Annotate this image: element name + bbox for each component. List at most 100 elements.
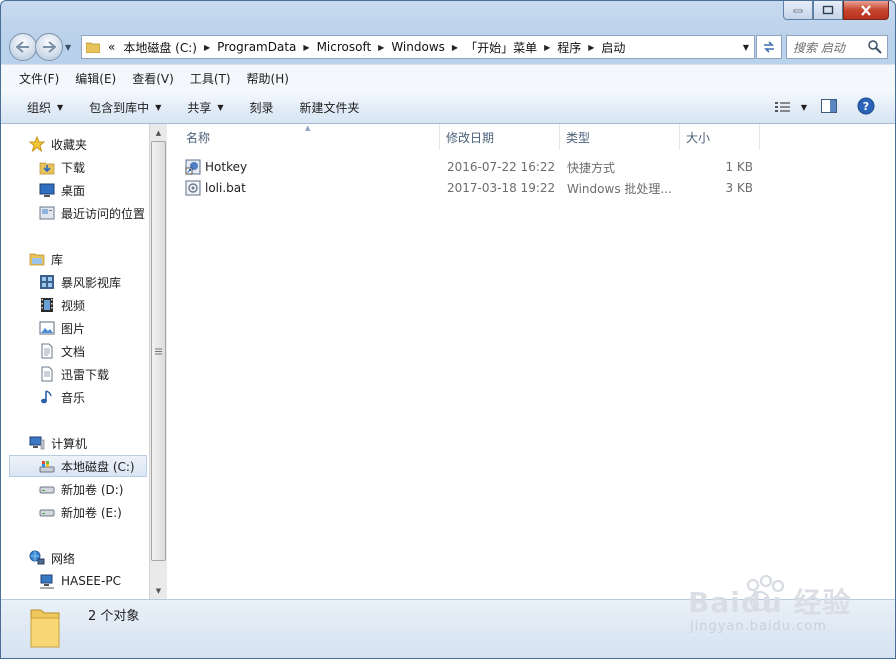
help-button[interactable]: ? (857, 97, 875, 118)
address-bar[interactable]: « 本地磁盘 (C:) ▶ ProgramData ▶ Microsoft ▶ Win… (81, 35, 755, 59)
folder-icon (86, 42, 100, 53)
menu-tools[interactable]: 工具(T) (182, 70, 239, 87)
address-dropdown-icon[interactable]: ▼ (743, 43, 754, 52)
address-overflow[interactable]: « (104, 40, 119, 54)
crumb-separator-icon[interactable]: ▶ (375, 43, 387, 52)
chevron-down-icon: ▼ (217, 102, 224, 112)
command-bar: 组织 ▼ 包含到库中 ▼ 共享 ▼ 刻录 新建文件夹 ▼ ? (1, 91, 895, 124)
crumb-separator-icon[interactable]: ▶ (585, 43, 597, 52)
film-icon (39, 297, 55, 313)
folder-icon (30, 609, 60, 648)
drive-icon (39, 504, 55, 520)
file-row[interactable]: loli.bat 2017-03-18 19:22 Windows 批处理...… (181, 178, 761, 198)
document-icon (39, 366, 55, 382)
minimize-icon (793, 9, 803, 13)
sidebar-item-label: 视频 (61, 298, 86, 313)
caption-buttons (783, 1, 889, 20)
sidebar-item-label: 本地磁盘 (C:) (61, 459, 135, 474)
file-type: Windows 批处理... (567, 181, 672, 196)
sidebar-group-label: 网络 (51, 551, 76, 566)
back-button[interactable] (9, 33, 37, 61)
crumb-local-disk[interactable]: 本地磁盘 (C:) (119, 39, 201, 56)
menu-bar: 文件(F) 编辑(E) 查看(V) 工具(T) 帮助(H) (1, 64, 895, 91)
sidebar-item-local-disk-c[interactable]: 本地磁盘 (C:) (9, 455, 147, 477)
scroll-down-icon[interactable]: ▼ (150, 582, 167, 599)
scrollbar-thumb[interactable] (151, 141, 166, 561)
close-button[interactable] (843, 1, 889, 20)
video-library-icon (39, 274, 55, 290)
preview-pane-button[interactable] (821, 98, 837, 116)
sidebar-item-label: 迅雷下载 (61, 367, 110, 382)
chevron-down-icon[interactable]: ▼ (801, 103, 807, 112)
column-header-size[interactable]: 大小 (680, 124, 760, 150)
minimize-button[interactable] (783, 1, 813, 20)
downloads-folder-icon (39, 159, 55, 175)
crumb-windows[interactable]: Windows (387, 40, 449, 54)
svg-text:?: ? (863, 100, 869, 113)
sidebar-item-label: 最近访问的位置 (61, 206, 146, 221)
sidebar-item-label: 暴风影视库 (61, 275, 122, 290)
change-view-button[interactable]: ▼ (774, 101, 807, 113)
burn-label: 刻录 (249, 100, 274, 115)
file-name: loli.bat (205, 181, 246, 195)
menu-edit[interactable]: 编辑(E) (67, 70, 124, 87)
sidebar-group-label: 收藏夹 (51, 137, 88, 152)
column-header-name[interactable]: 名称 (180, 124, 440, 150)
sidebar-group-label: 计算机 (51, 436, 88, 451)
crumb-separator-icon[interactable]: ▶ (300, 43, 312, 52)
column-label: 大小 (686, 130, 711, 145)
sidebar-group-label: 库 (51, 252, 64, 267)
search-icon[interactable] (867, 39, 883, 55)
music-note-icon (39, 389, 55, 405)
file-row[interactable]: Hotkey 2016-07-22 16:22 快捷方式 1 KB (181, 157, 761, 177)
document-icon (39, 343, 55, 359)
organize-button[interactable]: 组织 ▼ (1, 99, 77, 116)
crumb-programs[interactable]: 程序 (553, 39, 585, 56)
sidebar-item-label: 文档 (61, 344, 86, 359)
file-size: 1 KB (725, 160, 753, 174)
menu-file[interactable]: 文件(F) (1, 70, 67, 87)
sidebar-item-label: 桌面 (61, 183, 86, 198)
column-header-type[interactable]: 类型 (560, 124, 680, 150)
burn-button[interactable]: 刻录 (238, 99, 288, 116)
crumb-separator-icon[interactable]: ▶ (449, 43, 461, 52)
chevron-down-icon: ▼ (57, 102, 64, 112)
column-header-modified[interactable]: 修改日期 (440, 124, 560, 150)
system-drive-icon (39, 458, 55, 474)
item-count: 2 个对象 (88, 609, 140, 624)
content-area: 收藏夹 下载 桌面 最近访问的位置 库 暴风影视库 视频 图片 文档 迅雷下载 … (1, 124, 895, 599)
file-modified: 2016-07-22 16:22 (447, 160, 556, 174)
details-view-icon (774, 102, 790, 112)
maximize-button[interactable] (813, 1, 843, 20)
crumb-programdata[interactable]: ProgramData (213, 40, 300, 54)
crumb-startup[interactable]: 启动 (597, 39, 629, 56)
search-box[interactable]: 搜索 启动 (786, 35, 888, 59)
search-input[interactable]: 搜索 启动 (787, 39, 867, 56)
include-in-library-button[interactable]: 包含到库中 ▼ (77, 99, 175, 116)
maximize-icon (822, 5, 834, 15)
help-icon: ? (857, 97, 875, 114)
recent-pages-dropdown[interactable]: ▼ (65, 43, 75, 52)
details-pane: 2 个对象 (1, 599, 895, 658)
crumb-start-menu[interactable]: 「开始」菜单 (461, 39, 541, 56)
menu-help[interactable]: 帮助(H) (239, 70, 297, 87)
crumb-separator-icon[interactable]: ▶ (541, 43, 553, 52)
navigation-pane-scrollbar[interactable]: ▲ ▼ (149, 124, 167, 599)
scroll-up-icon[interactable]: ▲ (150, 124, 167, 141)
library-icon (29, 251, 45, 267)
share-button[interactable]: 共享 ▼ (175, 99, 237, 116)
desktop-icon (39, 182, 55, 198)
refresh-button[interactable] (756, 35, 782, 59)
menu-view[interactable]: 查看(V) (124, 70, 182, 87)
crumb-separator-icon[interactable]: ▶ (201, 43, 213, 52)
preview-pane-icon (821, 98, 837, 113)
grip-icon (155, 348, 162, 354)
new-folder-button[interactable]: 新建文件夹 (288, 99, 374, 116)
crumb-microsoft[interactable]: Microsoft (313, 40, 376, 54)
navigation-buttons: ▼ (9, 33, 75, 61)
star-icon (29, 136, 45, 152)
sidebar-item-label: HASEE-PC (61, 574, 121, 588)
forward-button[interactable] (35, 33, 63, 61)
network-icon (29, 550, 45, 566)
arrow-left-icon (16, 41, 29, 53)
